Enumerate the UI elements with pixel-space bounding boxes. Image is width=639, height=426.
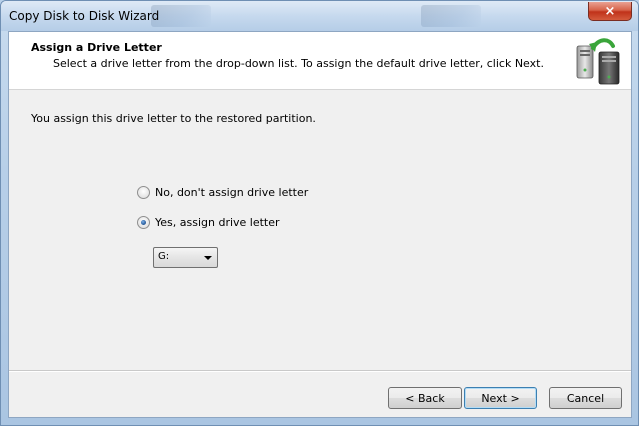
page-title: Assign a Drive Letter — [31, 41, 162, 54]
title-bar[interactable]: Copy Disk to Disk Wizard × — [1, 1, 638, 31]
cancel-button[interactable]: Cancel — [549, 387, 622, 409]
drive-letter-dropdown[interactable]: G: — [153, 247, 218, 268]
radio-label: No, don't assign drive letter — [155, 186, 309, 199]
window-title: Copy Disk to Disk Wizard — [9, 9, 160, 23]
radio-label: Yes, assign drive letter — [155, 216, 280, 229]
drive-letter-value: G: — [158, 251, 170, 262]
background-ghost — [151, 5, 211, 27]
back-button[interactable]: < Back — [388, 387, 462, 409]
radio-assign-drive-letter[interactable]: Yes, assign drive letter — [137, 216, 280, 229]
footer-divider — [9, 370, 631, 372]
radio-button[interactable] — [137, 216, 150, 229]
close-button[interactable]: × — [588, 2, 632, 21]
wizard-header: Assign a Drive Letter Select a drive let… — [9, 32, 631, 90]
close-icon: × — [604, 3, 616, 19]
description-text: You assign this drive letter to the rest… — [31, 112, 316, 125]
wizard-window: Copy Disk to Disk Wizard × Assign a Driv… — [0, 0, 639, 426]
background-ghost — [421, 5, 481, 27]
wizard-client-area: Assign a Drive Letter Select a drive let… — [8, 31, 632, 418]
page-subtitle: Select a drive letter from the drop-down… — [53, 57, 544, 70]
radio-button[interactable] — [137, 186, 150, 199]
computers-copy-icon — [576, 38, 620, 85]
next-button[interactable]: Next > — [464, 387, 537, 409]
chevron-down-icon — [204, 256, 212, 260]
radio-no-drive-letter[interactable]: No, don't assign drive letter — [137, 186, 308, 199]
